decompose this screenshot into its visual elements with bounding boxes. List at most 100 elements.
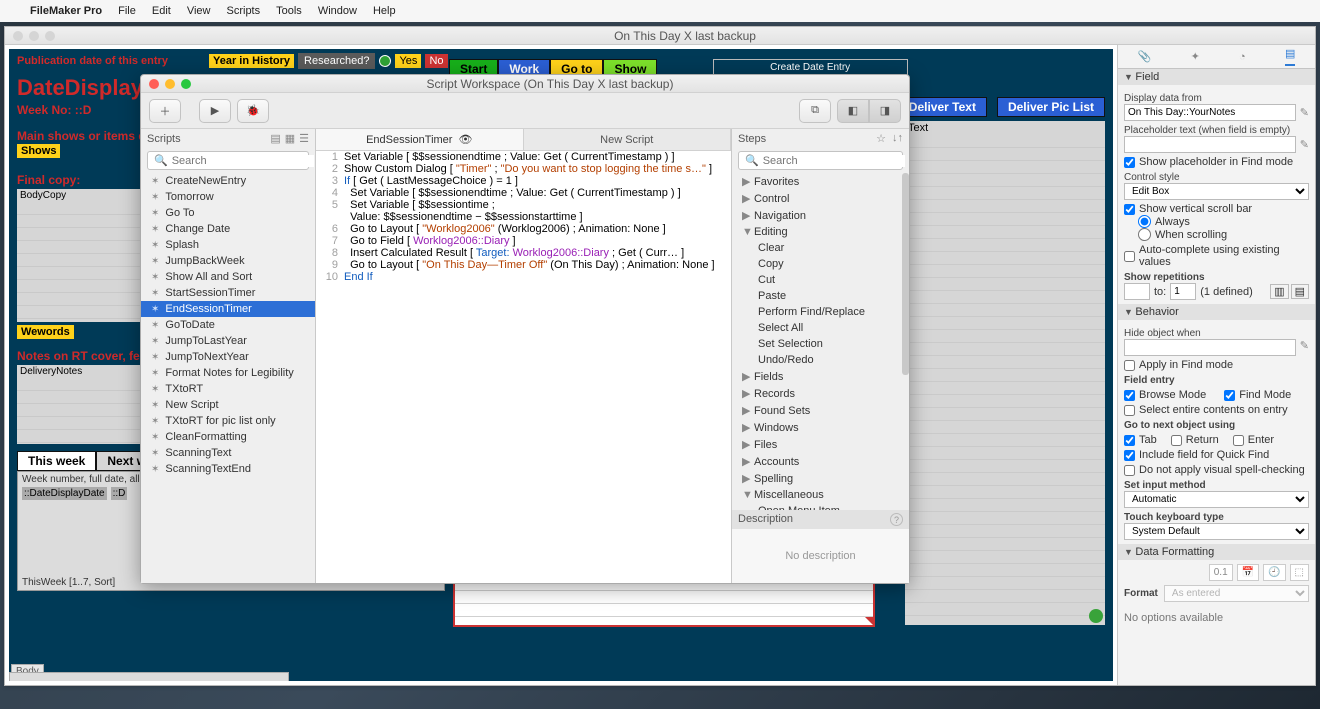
copy-button[interactable]: ⧉ [799,99,831,123]
steps-scrollbar[interactable] [902,173,909,375]
selectall-check[interactable] [1124,405,1135,416]
step-category[interactable]: ▶Windows [732,419,909,436]
script-item[interactable]: ✶JumpBackWeek [141,253,315,269]
step-category[interactable]: ▶Found Sets [732,402,909,419]
show-placeholder-check[interactable] [1124,157,1135,168]
step-item[interactable]: Perform Find/Replace [732,304,909,320]
scripts-view-group-icon[interactable]: ▦ [285,132,295,145]
whenscroll-radio[interactable] [1138,228,1151,241]
step-category[interactable]: ▶Files [732,436,909,453]
hide-object-input[interactable] [1124,339,1296,356]
control-style-select[interactable]: Edit Box [1124,183,1309,200]
script-item[interactable]: ✶Splash [141,237,315,253]
script-workspace-titlebar[interactable]: Script Workspace (On This Day X last bac… [141,75,909,93]
step-category[interactable]: ▶Favorites [732,173,909,190]
show-scripts-pane-button[interactable]: ◧ [837,99,869,123]
debug-button[interactable]: 🐞 [237,99,269,123]
menu-edit[interactable]: Edit [152,5,171,17]
step-item[interactable]: Copy [732,256,909,272]
help-icon[interactable]: ? [890,513,903,526]
run-script-button[interactable]: ▶ [199,99,231,123]
section-field[interactable]: Field [1118,69,1315,85]
scripts-list[interactable]: ✶CreateNewEntry✶Tomorrow✶Go To✶Change Da… [141,173,315,477]
code-line[interactable]: 8 Insert Calculated Result [ Target: Wor… [316,247,731,259]
btn-deliver-text[interactable]: Deliver Text [898,97,987,117]
steps-fav-icon[interactable]: ☆ [876,132,886,145]
tab-check[interactable] [1124,435,1135,446]
step-category[interactable]: ▼Miscellaneous [732,487,909,503]
menu-view[interactable]: View [187,5,211,17]
code-line[interactable]: 5 Set Variable [ $$sessiontime ; [316,199,731,211]
code-line[interactable]: 2Show Custom Dialog [ "Timer" ; "Do you … [316,163,731,175]
app-name[interactable]: FileMaker Pro [30,5,102,17]
script-item[interactable]: ✶TXtoRT [141,381,315,397]
setinput-select[interactable]: Automatic [1124,491,1309,508]
magnify-icon[interactable] [1089,609,1103,623]
code-line[interactable]: 3If [ Get ( LastMessageChoice ) = 1 ] [316,175,731,187]
step-item[interactable]: Cut [732,272,909,288]
enter-check[interactable] [1233,435,1244,446]
code-line[interactable]: 1Set Variable [ $$sessionendtime ; Value… [316,151,731,163]
menu-file[interactable]: File [118,5,136,17]
script-item[interactable]: ✶Change Date [141,221,315,237]
fmt-date-icon[interactable]: 📅 [1237,564,1259,581]
code-line[interactable]: Value: $$sessionendtime − $$sessionstart… [316,211,731,223]
edit-display-data-icon[interactable]: ✎ [1300,106,1309,119]
step-category[interactable]: ▶Records [732,385,909,402]
sw-close-icon[interactable] [149,79,159,89]
script-item[interactable]: ✶ScanningTextEnd [141,461,315,477]
section-dataformat[interactable]: Data Formatting [1118,544,1315,560]
rep-to-input[interactable] [1170,283,1196,300]
step-category[interactable]: ▶Fields [732,368,909,385]
menu-help[interactable]: Help [373,5,396,17]
touchkb-select[interactable]: System Default [1124,523,1309,540]
script-item[interactable]: ✶Go To [141,205,315,221]
quickfind-check[interactable] [1124,450,1135,461]
script-item[interactable]: ✶EndSessionTimer [141,301,315,317]
browse-check[interactable] [1124,390,1135,401]
code-line[interactable]: 9 Go to Layout [ "On This Day—Timer Off"… [316,259,731,271]
sw-zoom-icon[interactable] [181,79,191,89]
step-item[interactable]: Select All [732,320,909,336]
sw-minimize-icon[interactable] [165,79,175,89]
fmt-number-icon[interactable]: 0.1 [1209,564,1233,581]
edit-placeholder-icon[interactable]: ✎ [1300,138,1309,151]
find-check[interactable] [1224,390,1235,401]
inspector-tab-appearance-icon[interactable]: ✦ [1191,50,1200,63]
step-category[interactable]: ▼Editing [732,224,909,240]
return-check[interactable] [1171,435,1182,446]
steps-search-input[interactable] [763,155,905,167]
step-item[interactable]: Undo/Redo [732,352,909,368]
show-vscroll-check[interactable] [1124,204,1135,215]
menu-scripts[interactable]: Scripts [227,5,261,17]
applyfind-check[interactable] [1124,360,1135,371]
editor-tab-active[interactable]: EndSessionTimer 👁 [316,129,524,150]
fmt-time-icon[interactable]: 🕘 [1263,564,1285,581]
zoom-window-icon[interactable] [45,31,55,41]
display-data-from-input[interactable] [1124,104,1296,121]
inspector-tab-data-icon[interactable]: ▤ [1285,47,1295,66]
script-item[interactable]: ✶Tomorrow [141,189,315,205]
rep-orient-vert-icon[interactable]: ▥ [1270,284,1288,299]
scripts-search[interactable]: 🔍 [147,151,309,170]
scripts-search-input[interactable] [172,155,314,167]
script-item[interactable]: ✶StartSessionTimer [141,285,315,301]
code-line[interactable]: 7 Go to Field [ Worklog2006::Diary ] [316,235,731,247]
scripts-menu-icon[interactable]: ☰ [299,132,309,145]
text-area[interactable] [905,135,1105,625]
menu-tools[interactable]: Tools [276,5,302,17]
steps-sort-icon[interactable]: ↓↑ [892,132,903,145]
horizontal-scrollbar[interactable] [9,672,289,681]
step-category[interactable]: ▶Spelling [732,470,909,487]
script-item[interactable]: ✶New Script [141,397,315,413]
edit-hide-icon[interactable]: ✎ [1300,339,1309,356]
script-item[interactable]: ✶Show All and Sort [141,269,315,285]
menu-window[interactable]: Window [318,5,357,17]
script-item[interactable]: ✶GoToDate [141,317,315,333]
btn-deliver-pic[interactable]: Deliver Pic List [997,97,1105,117]
inspector-tab-position-icon[interactable]: 📎 [1138,50,1152,63]
steps-list[interactable]: ▶Favorites▶Control▶Navigation▼EditingCle… [732,173,909,510]
new-script-button[interactable]: ＋ [149,99,181,123]
eye-icon[interactable]: 👁 [458,133,472,146]
section-behavior[interactable]: Behavior [1118,304,1315,320]
